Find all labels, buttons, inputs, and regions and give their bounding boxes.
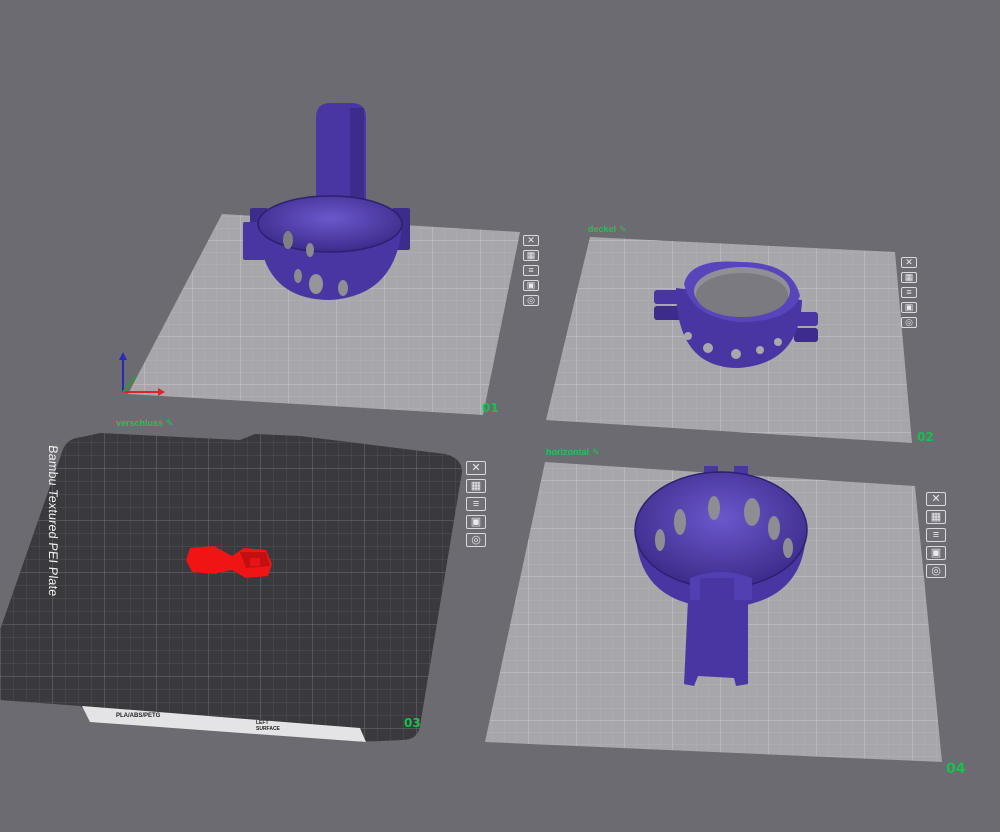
close-icon[interactable]: ✕ (926, 492, 946, 506)
plate-name-03[interactable]: verschluss ✎ (116, 418, 174, 429)
orient-icon[interactable]: ◎ (926, 564, 946, 578)
plate-toolbar-02: ✕ ▦ ≡ ▣ ◎ (901, 257, 917, 328)
plate-name-text: horizontal (546, 447, 589, 457)
orient-icon[interactable]: ◎ (523, 295, 539, 306)
build-plate-03[interactable] (0, 433, 462, 742)
plate-toolbar-01: ✕ ▦ ≡ ▣ ◎ (523, 235, 539, 306)
arrange-icon[interactable]: ▦ (466, 479, 486, 493)
settings-icon[interactable]: ≡ (466, 497, 486, 511)
lock-icon[interactable]: ▣ (901, 302, 917, 313)
plate-footer-material: PLA/ABS/PETG (116, 713, 161, 719)
plate-toolbar-04: ✕ ▦ ≡ ▣ ◎ (926, 492, 946, 578)
close-icon[interactable]: ✕ (466, 461, 486, 475)
close-icon[interactable]: ✕ (901, 257, 917, 268)
lock-icon[interactable]: ▣ (466, 515, 486, 529)
arrange-icon[interactable]: ▦ (523, 250, 539, 261)
plate-number-02: 02 (917, 430, 934, 444)
plate-name-02[interactable]: deckel ✎ (588, 224, 627, 235)
lock-icon[interactable]: ▣ (926, 546, 946, 560)
plate-footer-surface-2: SURFACE (256, 726, 280, 732)
settings-icon[interactable]: ≡ (523, 265, 539, 276)
scene-canvas[interactable] (0, 0, 1000, 832)
plate-name-text: verschluss (116, 418, 164, 428)
plate-name-text: deckel (588, 224, 617, 234)
plate-number-03: 03 (404, 716, 421, 730)
plate-number-01: 01 (482, 401, 499, 415)
edit-name-icon[interactable]: ✎ (166, 418, 174, 428)
edit-name-icon[interactable]: ✎ (592, 447, 600, 457)
3d-viewport[interactable]: deckel ✎ verschluss ✎ horizontal ✎ 01 02 03… (0, 0, 1000, 832)
lock-icon[interactable]: ▣ (523, 280, 539, 291)
orient-icon[interactable]: ◎ (466, 533, 486, 547)
close-icon[interactable]: ✕ (523, 235, 539, 246)
textured-plate-label: Bambu Textured PEI Plate (46, 444, 60, 598)
settings-icon[interactable]: ≡ (901, 287, 917, 298)
orient-icon[interactable]: ◎ (901, 317, 917, 328)
plate-name-04[interactable]: horizontal ✎ (546, 447, 600, 458)
edit-name-icon[interactable]: ✎ (619, 224, 627, 234)
plate-toolbar-03: ✕ ▦ ≡ ▣ ◎ (466, 461, 486, 547)
settings-icon[interactable]: ≡ (926, 528, 946, 542)
arrange-icon[interactable]: ▦ (926, 510, 946, 524)
arrange-icon[interactable]: ▦ (901, 272, 917, 283)
plate-number-04: 04 (946, 761, 966, 777)
